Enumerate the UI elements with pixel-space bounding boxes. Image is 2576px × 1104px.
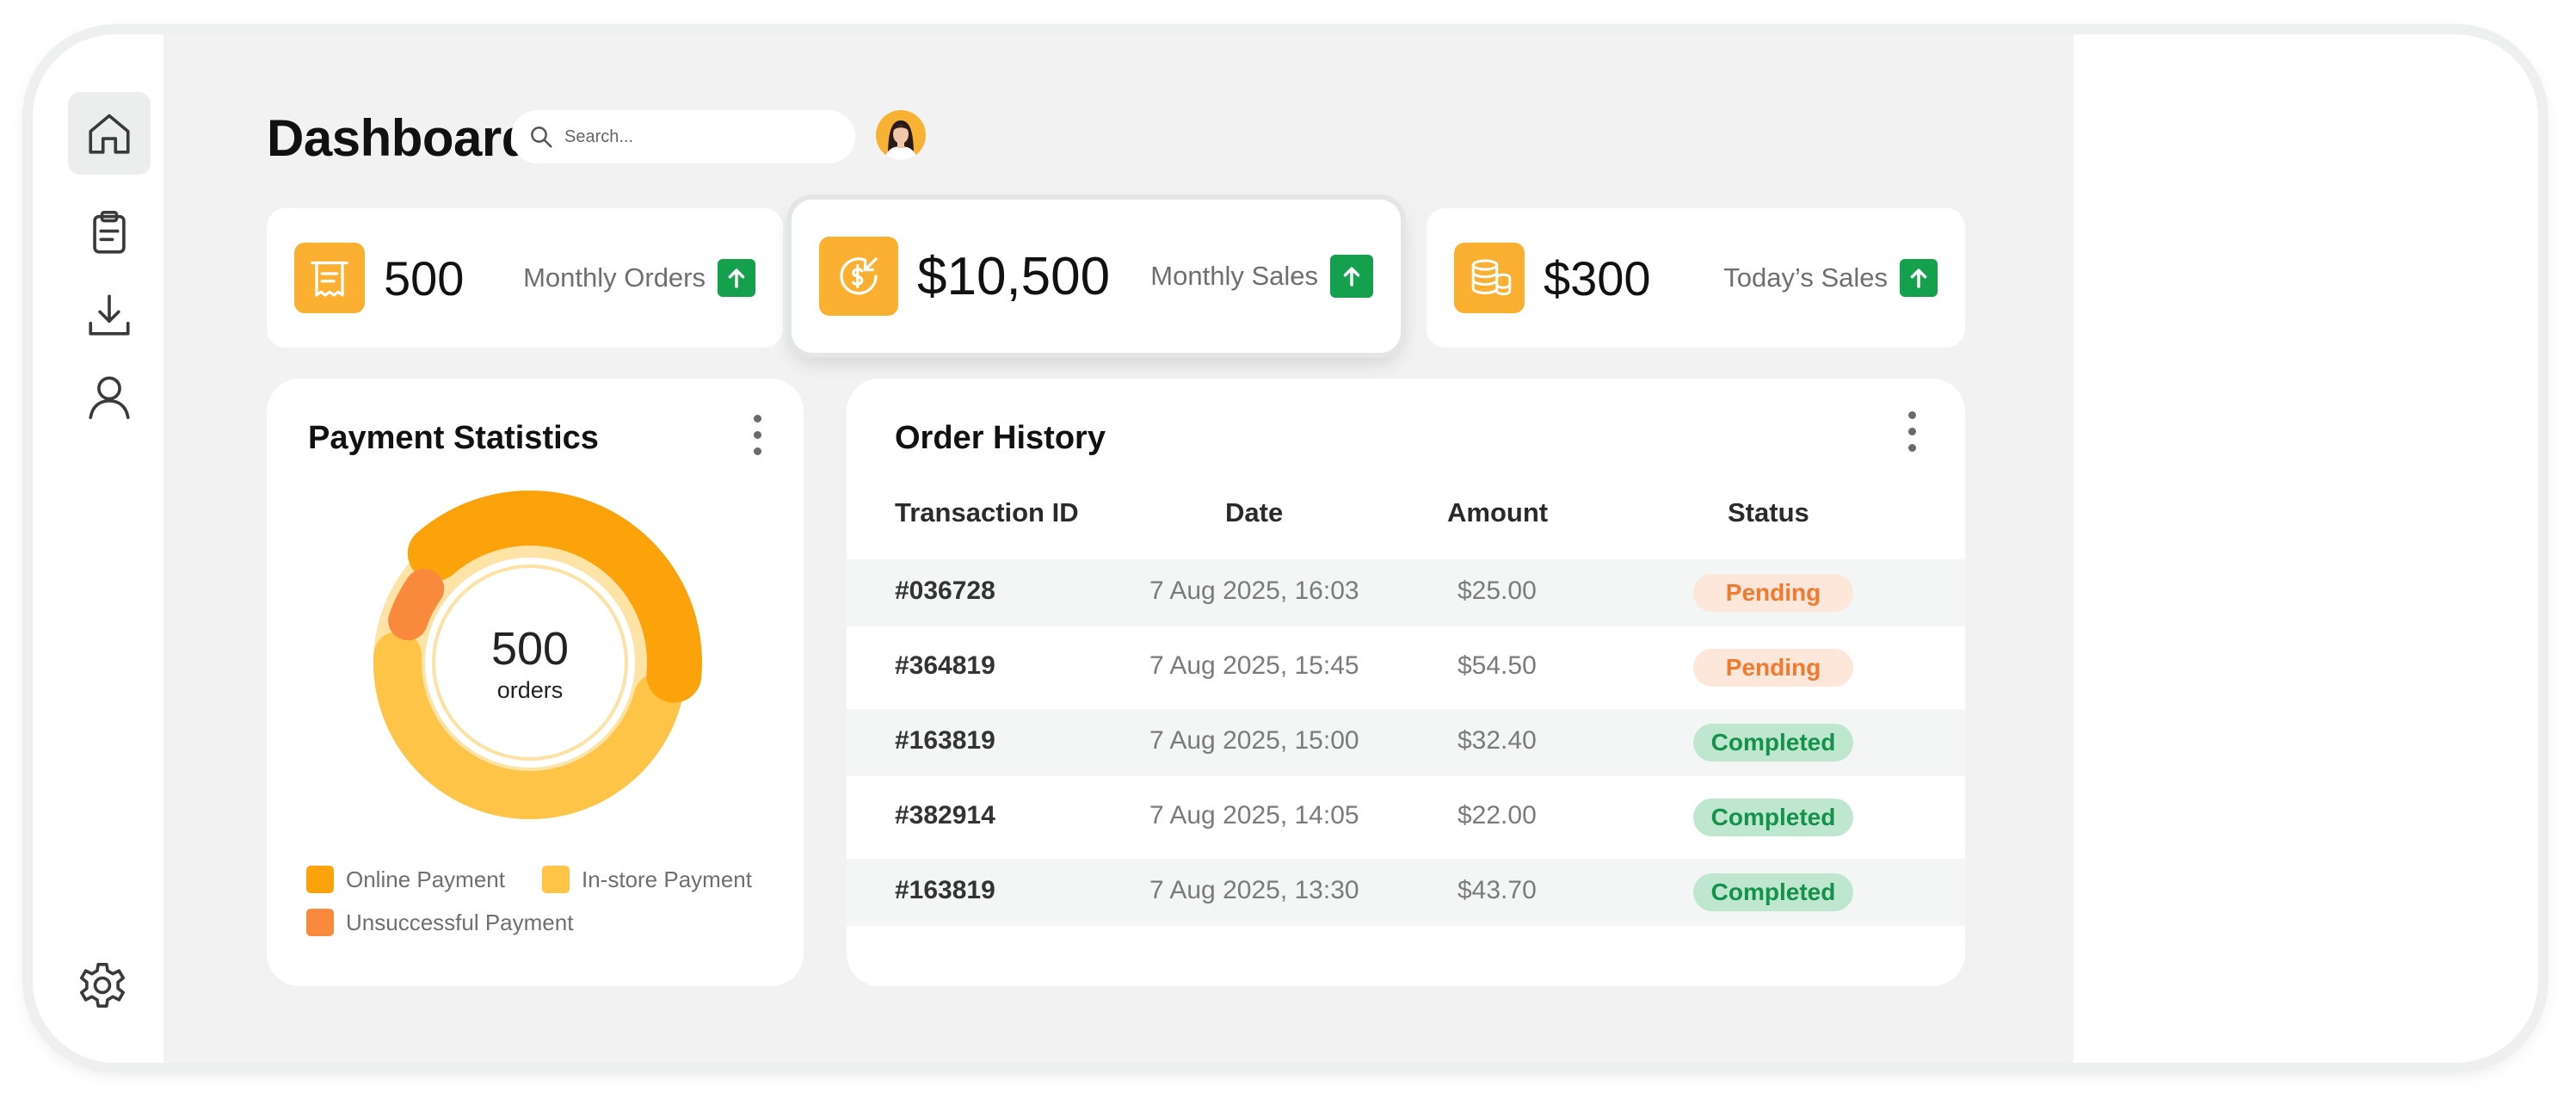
page-title: Dashboard [267, 109, 533, 167]
search-icon [531, 126, 552, 148]
arrow-up-icon [728, 268, 745, 288]
legend-swatch [542, 866, 570, 893]
user-icon [89, 376, 130, 419]
gear-icon [80, 963, 125, 1008]
sidebar-item-profile[interactable] [68, 355, 151, 438]
stat-value: 500 [384, 250, 465, 305]
order-amount: $43.70 [1457, 876, 1537, 904]
arrow-up-icon [1343, 267, 1360, 287]
sidebar-item-downloads[interactable] [68, 274, 151, 356]
coins-icon [1471, 259, 1512, 296]
table-row[interactable]: #364819 7 Aug 2025, 15:45 $54.50 Pending [847, 634, 1965, 701]
trend-up-badge [1900, 259, 1938, 297]
donut-total: 500 [490, 622, 570, 675]
order-amount: $25.00 [1457, 577, 1537, 605]
avatar-portrait [884, 120, 917, 160]
order-amount: $54.50 [1457, 651, 1537, 680]
sidebar-item-home[interactable] [68, 92, 151, 175]
stat-label: Monthly Sales [1150, 261, 1318, 291]
order-date: 7 Aug 2025, 15:00 [1149, 726, 1359, 755]
stat-label: Today’s Sales [1723, 262, 1888, 293]
transaction-id: #036728 [895, 577, 995, 605]
stat-icon-tile [294, 243, 365, 313]
order-date: 7 Aug 2025, 16:03 [1149, 577, 1359, 605]
home-icon [89, 114, 130, 154]
stat-value: $300 [1544, 250, 1651, 305]
table-row[interactable]: #163819 7 Aug 2025, 15:00 $32.40 Complet… [847, 709, 1965, 776]
table-row[interactable]: #036728 7 Aug 2025, 16:03 $25.00 Pending [847, 559, 1965, 626]
trend-up-badge [718, 259, 755, 297]
trend-up-badge [1330, 255, 1373, 298]
more-options-icon[interactable] [749, 415, 766, 458]
table-row[interactable]: #163819 7 Aug 2025, 13:30 $43.70 Complet… [847, 859, 1965, 926]
search-bar[interactable] [511, 110, 855, 163]
stat-card-todays-sales[interactable]: $300 Today’s Sales [1427, 208, 1965, 348]
clipboard-icon [93, 211, 126, 254]
legend-label: Unsuccessful Payment [346, 909, 574, 935]
status-badge: Completed [1693, 799, 1853, 836]
device-frame: Dashboard Search... 500 Monthly Orders $… [33, 34, 2538, 1063]
column-header-date: Date [1225, 497, 1284, 527]
legend-item-instore: In-store Payment [542, 866, 752, 893]
status-badge: Pending [1693, 649, 1853, 687]
payment-statistics-panel: Payment Statistics 500 orders Online Pay… [267, 379, 804, 986]
status-badge: Completed [1693, 873, 1853, 911]
dollar-cycle-icon [840, 257, 878, 295]
search-input[interactable] [563, 126, 850, 148]
sidebar [33, 34, 163, 1063]
order-date: 7 Aug 2025, 13:30 [1149, 876, 1359, 904]
column-header-status: Status [1728, 497, 1809, 527]
panel-title: Payment Statistics [308, 420, 599, 456]
status-badge: Completed [1693, 724, 1853, 762]
table-header: Transaction ID Date Amount Status [847, 497, 1965, 535]
sidebar-item-orders[interactable] [68, 192, 151, 274]
main-content: Dashboard Search... 500 Monthly Orders $… [163, 34, 2074, 1063]
order-date: 7 Aug 2025, 14:05 [1149, 801, 1359, 830]
donut-center: 500 orders [356, 489, 704, 836]
legend-label: In-store Payment [582, 866, 752, 892]
legend-swatch [306, 909, 334, 936]
transaction-id: #163819 [895, 726, 995, 755]
donut-unit: orders [496, 676, 564, 703]
arrow-up-icon [1910, 268, 1927, 288]
order-history-panel: Order History Transaction ID Date Amount… [847, 379, 1965, 986]
stat-card-monthly-sales[interactable]: $10,500 Monthly Sales [792, 200, 1401, 353]
order-date: 7 Aug 2025, 15:45 [1149, 651, 1359, 680]
sidebar-item-settings[interactable] [61, 944, 144, 1027]
transaction-id: #163819 [895, 876, 995, 904]
legend-swatch [306, 866, 334, 893]
transaction-id: #364819 [895, 651, 995, 680]
more-options-icon[interactable] [1903, 411, 1920, 454]
legend-item-unsuccessful: Unsuccessful Payment [306, 909, 573, 936]
avatar[interactable] [876, 110, 926, 160]
order-amount: $22.00 [1457, 801, 1537, 830]
panel-title: Order History [895, 420, 1106, 456]
stat-label: Monthly Orders [523, 262, 706, 293]
download-icon [89, 294, 130, 336]
status-badge: Pending [1693, 574, 1853, 612]
column-header-transaction-id: Transaction ID [895, 497, 1079, 527]
receipt-icon [311, 261, 348, 297]
transaction-id: #382914 [895, 801, 995, 830]
table-row[interactable]: #382914 7 Aug 2025, 14:05 $22.00 Complet… [847, 784, 1965, 851]
donut-chart: 500 orders [356, 489, 704, 836]
stat-card-monthly-orders[interactable]: 500 Monthly Orders [267, 208, 783, 348]
legend-item-online: Online Payment [306, 866, 505, 893]
order-amount: $32.40 [1457, 726, 1537, 755]
legend-label: Online Payment [346, 866, 505, 892]
column-header-amount: Amount [1447, 497, 1549, 527]
stat-value: $10,500 [917, 246, 1111, 306]
stat-icon-tile [819, 237, 898, 316]
stat-icon-tile [1454, 243, 1525, 313]
